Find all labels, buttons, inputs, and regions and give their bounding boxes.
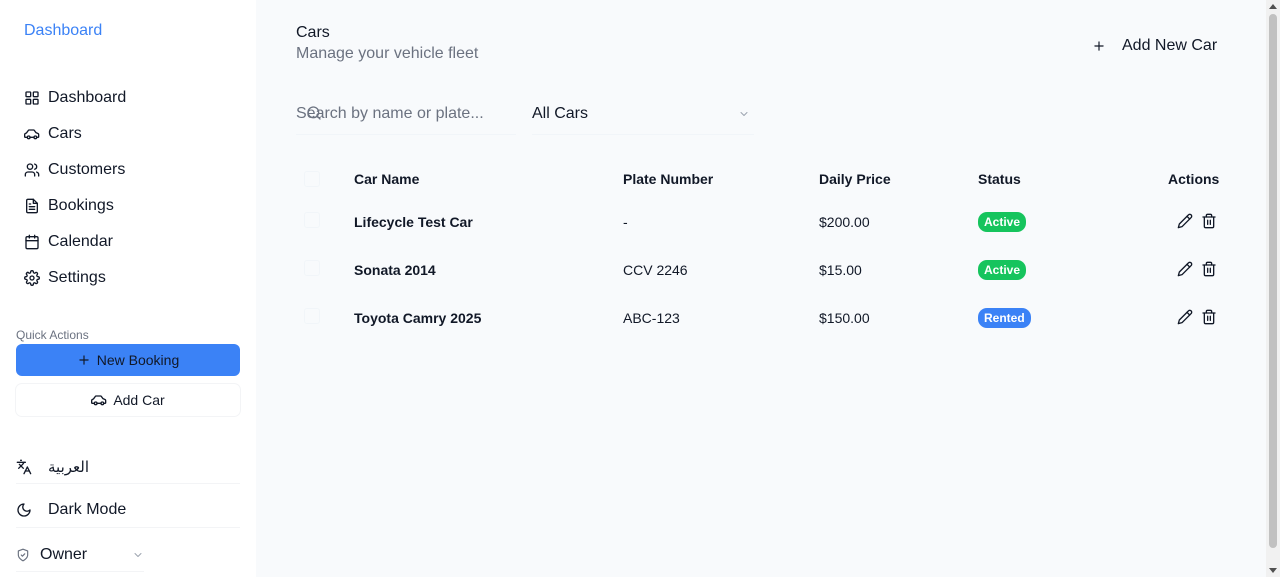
status-badge: Active	[978, 260, 1027, 280]
status-badge: Active	[978, 212, 1027, 232]
sidebar-item-label: Settings	[48, 269, 106, 286]
sidebar-item-cars[interactable]: Cars	[16, 116, 240, 152]
role-label: Owner	[40, 545, 88, 563]
file-icon	[24, 198, 40, 214]
translate-icon	[16, 459, 32, 475]
moon-icon	[16, 502, 32, 518]
car-name-cell: Lifecycle Test Car	[354, 214, 473, 230]
status-filter-value: All Cars	[532, 105, 589, 122]
select-all-checkbox[interactable]	[304, 171, 320, 187]
plus-icon	[77, 353, 91, 367]
shield-check-icon	[16, 548, 30, 562]
edit-icon[interactable]	[1177, 309, 1193, 325]
add-car-button[interactable]: Add Car	[16, 384, 240, 416]
row-checkbox[interactable]	[304, 212, 320, 228]
search-icon	[306, 105, 322, 121]
status-cell: Rented	[978, 294, 1031, 342]
row-checkbox[interactable]	[304, 308, 320, 324]
language-toggle[interactable]: العربية	[16, 450, 240, 484]
edit-icon[interactable]	[1177, 261, 1193, 277]
plate-number-cell: CCV 2246	[623, 262, 688, 278]
sidebar-item-settings[interactable]: Settings	[16, 260, 240, 296]
daily-price-cell: $150.00	[819, 310, 870, 326]
sidebar-item-label: Customers	[48, 161, 126, 178]
table-header: Car Name Plate Number Daily Price Status…	[296, 160, 1226, 198]
column-header-actions: Actions	[1168, 171, 1220, 187]
grid-icon	[24, 90, 40, 106]
status-badge: Rented	[978, 308, 1031, 328]
language-label: العربية	[48, 458, 89, 476]
status-filter-select[interactable]: All Cars	[532, 94, 754, 134]
brand-link[interactable]: Dashboard	[24, 22, 102, 40]
scrollbar-thumb[interactable]	[1269, 14, 1277, 548]
add-new-car-button[interactable]: Add New Car	[1092, 32, 1217, 60]
role-selector[interactable]: Owner	[16, 538, 144, 572]
sidebar-item-label: Cars	[48, 125, 82, 142]
chevron-down-icon	[132, 549, 144, 561]
page-subtitle: Manage your vehicle fleet	[296, 45, 479, 62]
table-row: Toyota Camry 2025 ABC-123 $150.00 Rented	[296, 294, 1226, 342]
scroll-down-arrow-icon[interactable]	[1269, 568, 1277, 573]
add-new-car-label: Add New Car	[1122, 37, 1218, 54]
plate-number-cell: ABC-123	[623, 310, 680, 326]
row-checkbox[interactable]	[304, 260, 320, 276]
sidebar-item-customers[interactable]: Customers	[16, 152, 240, 188]
car-icon	[24, 126, 40, 142]
users-icon	[24, 162, 40, 178]
status-cell: Active	[978, 246, 1027, 294]
column-header-daily-price[interactable]: Daily Price	[819, 160, 891, 198]
car-name-cell: Toyota Camry 2025	[354, 310, 482, 326]
scroll-up-arrow-icon[interactable]	[1269, 4, 1277, 9]
dark-mode-toggle[interactable]: Dark Mode	[16, 492, 240, 528]
table-row: Lifecycle Test Car - $200.00 Active	[296, 198, 1226, 246]
vertical-scrollbar[interactable]	[1266, 0, 1280, 577]
column-header-status[interactable]: Status	[978, 160, 1021, 198]
main-content: Cars Manage your vehicle fleet Add New C…	[256, 0, 1266, 577]
gear-icon	[24, 270, 40, 286]
sidebar-item-label: Calendar	[48, 233, 113, 250]
plate-number-cell: -	[623, 214, 628, 230]
sidebar-nav: Dashboard Cars Customers Bookings Calend…	[16, 80, 240, 296]
sidebar: Dashboard Dashboard Cars Customers Booki…	[0, 0, 256, 577]
cars-table: Car Name Plate Number Daily Price Status…	[296, 160, 1226, 342]
table-row: Sonata 2014 CCV 2246 $15.00 Active	[296, 246, 1226, 294]
chevron-down-icon	[738, 108, 750, 120]
daily-price-cell: $200.00	[819, 214, 870, 230]
trash-icon[interactable]	[1201, 213, 1217, 229]
add-car-label: Add Car	[113, 392, 165, 408]
car-icon	[91, 392, 107, 408]
column-header-plate-number[interactable]: Plate Number	[623, 160, 713, 198]
sidebar-item-calendar[interactable]: Calendar	[16, 224, 240, 260]
dark-mode-label: Dark Mode	[48, 500, 127, 518]
new-booking-label: New Booking	[96, 352, 180, 368]
edit-icon[interactable]	[1177, 213, 1193, 229]
quick-actions-heading: Quick Actions	[16, 328, 89, 342]
sidebar-item-label: Dashboard	[48, 89, 127, 106]
new-booking-button[interactable]: New Booking	[16, 344, 240, 376]
car-name-cell: Sonata 2014	[354, 262, 436, 278]
trash-icon[interactable]	[1201, 261, 1217, 277]
search-input[interactable]	[296, 94, 516, 134]
sidebar-item-label: Bookings	[48, 197, 114, 214]
column-header-car-name[interactable]: Car Name	[354, 160, 419, 198]
sidebar-item-dashboard[interactable]: Dashboard	[16, 80, 240, 116]
page-title: Cars	[296, 24, 330, 41]
daily-price-cell: $15.00	[819, 262, 862, 278]
sidebar-item-bookings[interactable]: Bookings	[16, 188, 240, 224]
plus-icon	[1092, 39, 1106, 53]
status-cell: Active	[978, 198, 1027, 246]
trash-icon[interactable]	[1201, 309, 1217, 325]
calendar-icon	[24, 234, 40, 250]
